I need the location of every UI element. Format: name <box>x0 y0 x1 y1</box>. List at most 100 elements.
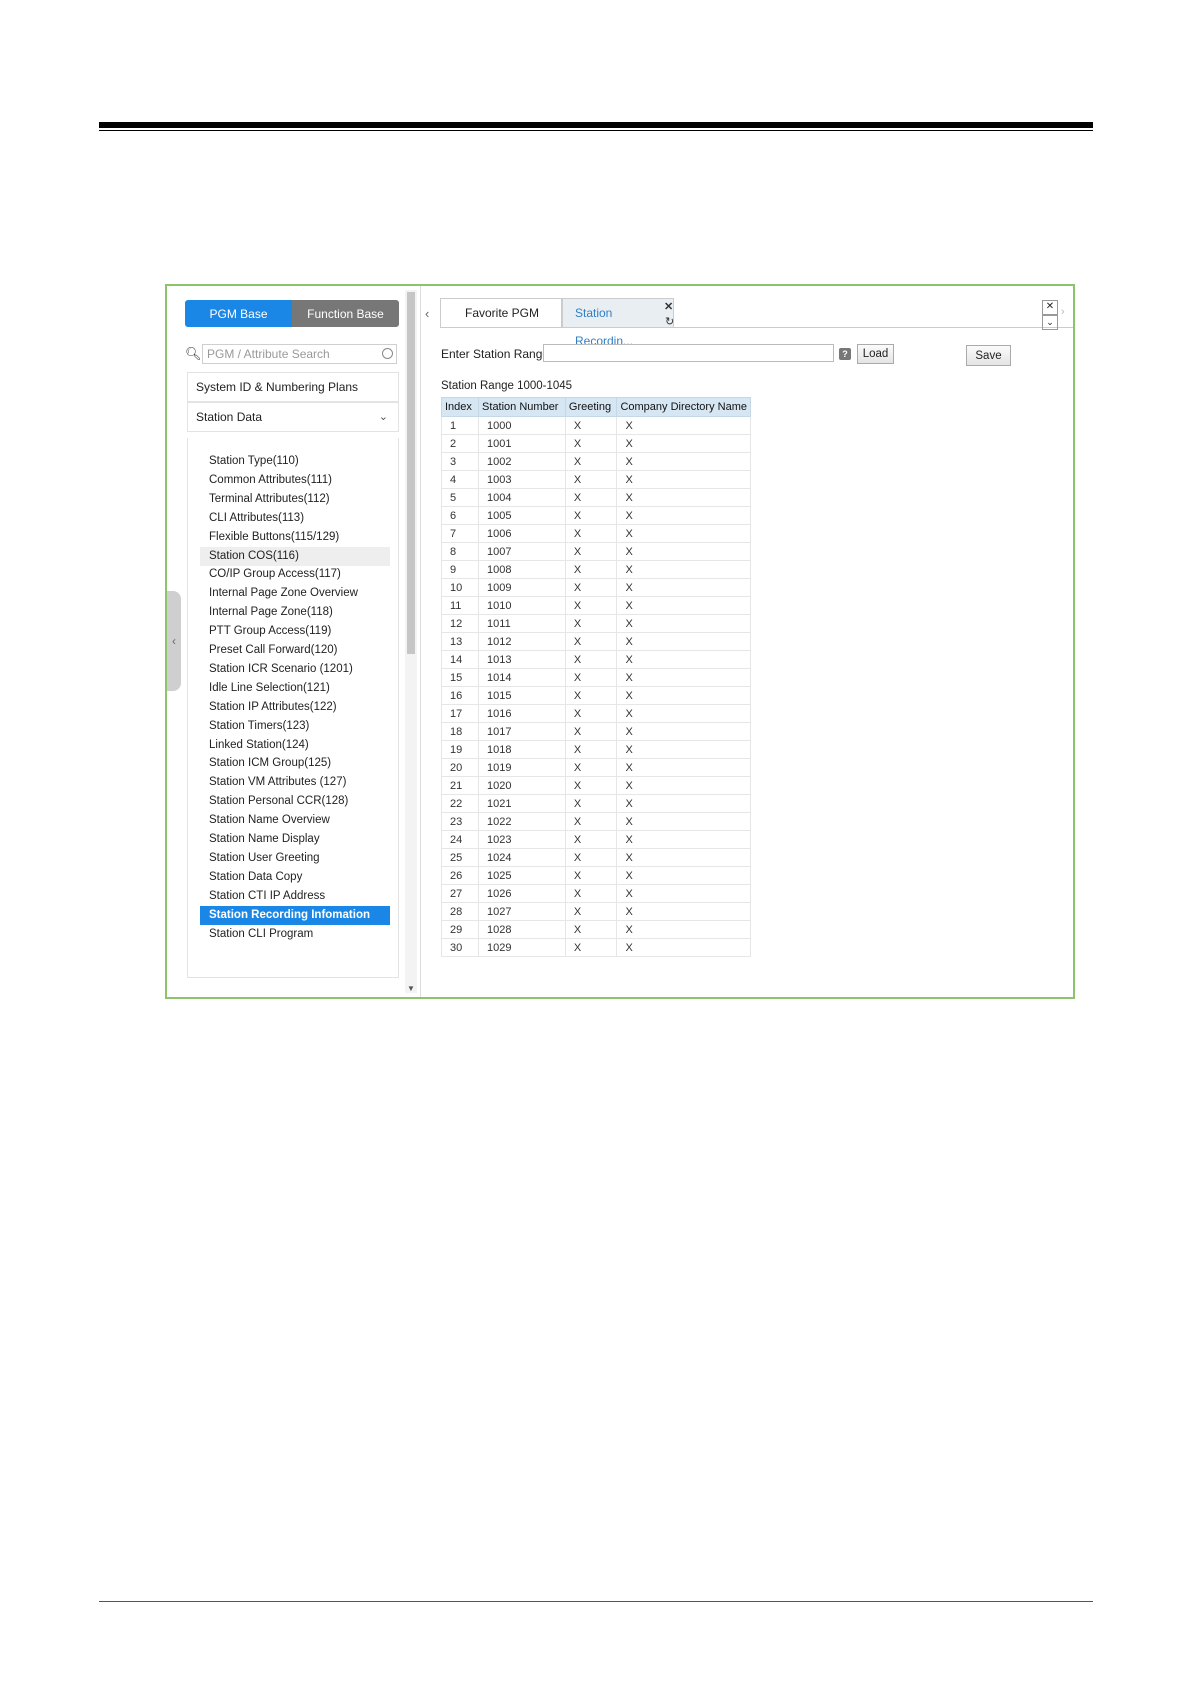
table-cell: 1022 <box>478 812 566 831</box>
table-row[interactable]: 12 1011 X X <box>441 614 751 633</box>
sidebar-item[interactable]: Station IP Attributes(122) <box>200 698 390 717</box>
station-range-input[interactable] <box>543 344 834 362</box>
header-rule-thin <box>99 130 1093 131</box>
table-cell: X <box>565 740 618 759</box>
table-cell: 29 <box>441 920 480 939</box>
sidebar-item[interactable]: Station Data Copy <box>200 868 390 887</box>
sidebar-item[interactable]: Station VM Attributes (127) <box>200 773 390 792</box>
section-system-id[interactable]: System ID & Numbering Plans <box>187 372 399 402</box>
column-header-greeting[interactable]: Greeting <box>564 397 618 417</box>
sidebar-item[interactable]: CO/IP Group Access(117) <box>200 565 390 584</box>
sidebar-item[interactable]: Linked Station(124) <box>200 736 390 755</box>
function-base-button[interactable]: Function Base <box>292 300 399 327</box>
content-panel: ‹ Favorite PGM Station Recordin... ✕ ↻ ✕… <box>420 286 1073 997</box>
table-row[interactable]: 18 1017 X X <box>441 722 751 741</box>
sidebar-item[interactable]: Station Personal CCR(128) <box>200 792 390 811</box>
table-row[interactable]: 26 1025 X X <box>441 866 751 885</box>
sidebar-item[interactable]: Station Name Display <box>200 830 390 849</box>
sidebar-item[interactable]: Station ICR Scenario (1201) <box>200 660 390 679</box>
clear-icon[interactable] <box>382 348 393 359</box>
tab-prev-icon[interactable]: ‹ <box>425 306 429 321</box>
sidebar-item[interactable]: Station CLI Program <box>200 925 390 944</box>
table-cell: 1011 <box>478 614 566 633</box>
table-row[interactable]: 17 1016 X X <box>441 704 751 723</box>
sidebar-item[interactable]: Station ICM Group(125) <box>200 754 390 773</box>
tab-station-recording[interactable]: Station Recordin... <box>562 298 674 348</box>
collapse-handle-icon: ‹ <box>172 634 176 648</box>
sidebar-item[interactable]: Internal Page Zone(118) <box>200 603 390 622</box>
collapse-handle[interactable]: ‹ <box>167 591 181 691</box>
station-range-text: Station Range 1000-1045 <box>441 380 573 392</box>
table-row[interactable]: 24 1023 X X <box>441 830 751 849</box>
window-menu-icon[interactable]: ⌄ <box>1042 315 1058 330</box>
sidebar-item[interactable]: CLI Attributes(113) <box>200 509 390 528</box>
table-row[interactable]: 10 1009 X X <box>441 578 751 597</box>
sidebar-item[interactable]: Idle Line Selection(121) <box>200 679 390 698</box>
help-icon[interactable]: ? <box>839 348 851 360</box>
table-row[interactable]: 20 1019 X X <box>441 758 751 777</box>
column-header-station-number[interactable]: Station Number <box>478 397 566 417</box>
sidebar-item[interactable]: Common Attributes(111) <box>200 471 390 490</box>
table-cell: X <box>616 578 751 597</box>
search-row: 🔍︎ PGM / Attribute Search <box>185 344 399 366</box>
table-row[interactable]: 29 1028 X X <box>441 920 751 939</box>
sidebar-item[interactable]: Station Name Overview <box>200 811 390 830</box>
sidebar-item[interactable]: Terminal Attributes(112) <box>200 490 390 509</box>
table-row[interactable]: 15 1014 X X <box>441 668 751 687</box>
table-cell: 30 <box>441 938 480 957</box>
sidebar-item[interactable]: Internal Page Zone Overview <box>200 584 390 603</box>
tab-favorite-pgm[interactable]: Favorite PGM <box>440 298 562 327</box>
sidebar-item[interactable]: PTT Group Access(119) <box>200 622 390 641</box>
sidebar-item[interactable]: Station Type(110) <box>200 452 390 471</box>
sidebar-scrollbar[interactable]: ▼ <box>405 290 417 993</box>
sidebar-item[interactable]: Station Timers(123) <box>200 717 390 736</box>
table-row[interactable]: 16 1015 X X <box>441 686 751 705</box>
table-row[interactable]: 30 1029 X X <box>441 938 751 957</box>
sidebar-item[interactable]: Station User Greeting <box>200 849 390 868</box>
table-row[interactable]: 4 1003 X X <box>441 470 751 489</box>
column-header-index[interactable]: Index <box>441 397 480 417</box>
table-row[interactable]: 13 1012 X X <box>441 632 751 651</box>
table-row[interactable]: 21 1020 X X <box>441 776 751 795</box>
table-row[interactable]: 3 1002 X X <box>441 452 751 471</box>
table-row[interactable]: 22 1021 X X <box>441 794 751 813</box>
table-row[interactable]: 11 1010 X X <box>441 596 751 615</box>
table-row[interactable]: 1 1000 X X <box>441 416 751 435</box>
sidebar-item[interactable]: Station COS(116) <box>200 546 390 566</box>
table-row[interactable]: 5 1004 X X <box>441 488 751 507</box>
sidebar-item[interactable]: Station CTI IP Address <box>200 887 390 906</box>
search-icon[interactable]: 🔍︎ <box>185 346 202 362</box>
tab-next-icon[interactable]: › <box>1061 306 1065 318</box>
table-cell: 1020 <box>478 776 566 795</box>
table-row[interactable]: 2 1001 X X <box>441 434 751 453</box>
search-input[interactable]: PGM / Attribute Search <box>202 344 397 364</box>
sidebar-item[interactable]: Preset Call Forward(120) <box>200 641 390 660</box>
save-button[interactable]: Save <box>966 345 1011 366</box>
table-row[interactable]: 28 1027 X X <box>441 902 751 921</box>
table-cell: X <box>565 794 618 813</box>
column-header-company-directory-name[interactable]: Company Directory Name <box>616 397 751 417</box>
sidebar-item[interactable]: Flexible Buttons(115/129) <box>200 528 390 547</box>
table-row[interactable]: 8 1007 X X <box>441 542 751 561</box>
table-row[interactable]: 27 1026 X X <box>441 884 751 903</box>
pgm-base-button[interactable]: PGM Base <box>185 300 292 327</box>
tab-close-icon[interactable]: ✕ <box>664 300 673 313</box>
scrollbar-thumb[interactable] <box>407 292 415 654</box>
table-row[interactable]: 7 1006 X X <box>441 524 751 543</box>
table-body: 1 1000 X X 2 1001 X X 3 1002 X X 4 1003 X X 5 1004 X X 6 1005… <box>441 416 751 957</box>
table-row[interactable]: 6 1005 X X <box>441 506 751 525</box>
window-close-icon[interactable]: ✕ <box>1042 300 1058 315</box>
table-row[interactable]: 25 1024 X X <box>441 848 751 867</box>
table-cell: X <box>616 488 751 507</box>
table-cell: 1 <box>441 416 480 435</box>
table-cell: X <box>565 596 618 615</box>
footer-rule <box>99 1601 1093 1602</box>
table-row[interactable]: 9 1008 X X <box>441 560 751 579</box>
table-row[interactable]: 19 1018 X X <box>441 740 751 759</box>
table-row[interactable]: 23 1022 X X <box>441 812 751 831</box>
section-station-data[interactable]: Station Data ⌄ <box>187 402 399 432</box>
load-button[interactable]: Load <box>857 344 894 364</box>
sidebar-item[interactable]: Station Recording Infomation <box>200 905 390 925</box>
table-row[interactable]: 14 1013 X X <box>441 650 751 669</box>
scroll-down-icon[interactable]: ▼ <box>407 984 415 993</box>
